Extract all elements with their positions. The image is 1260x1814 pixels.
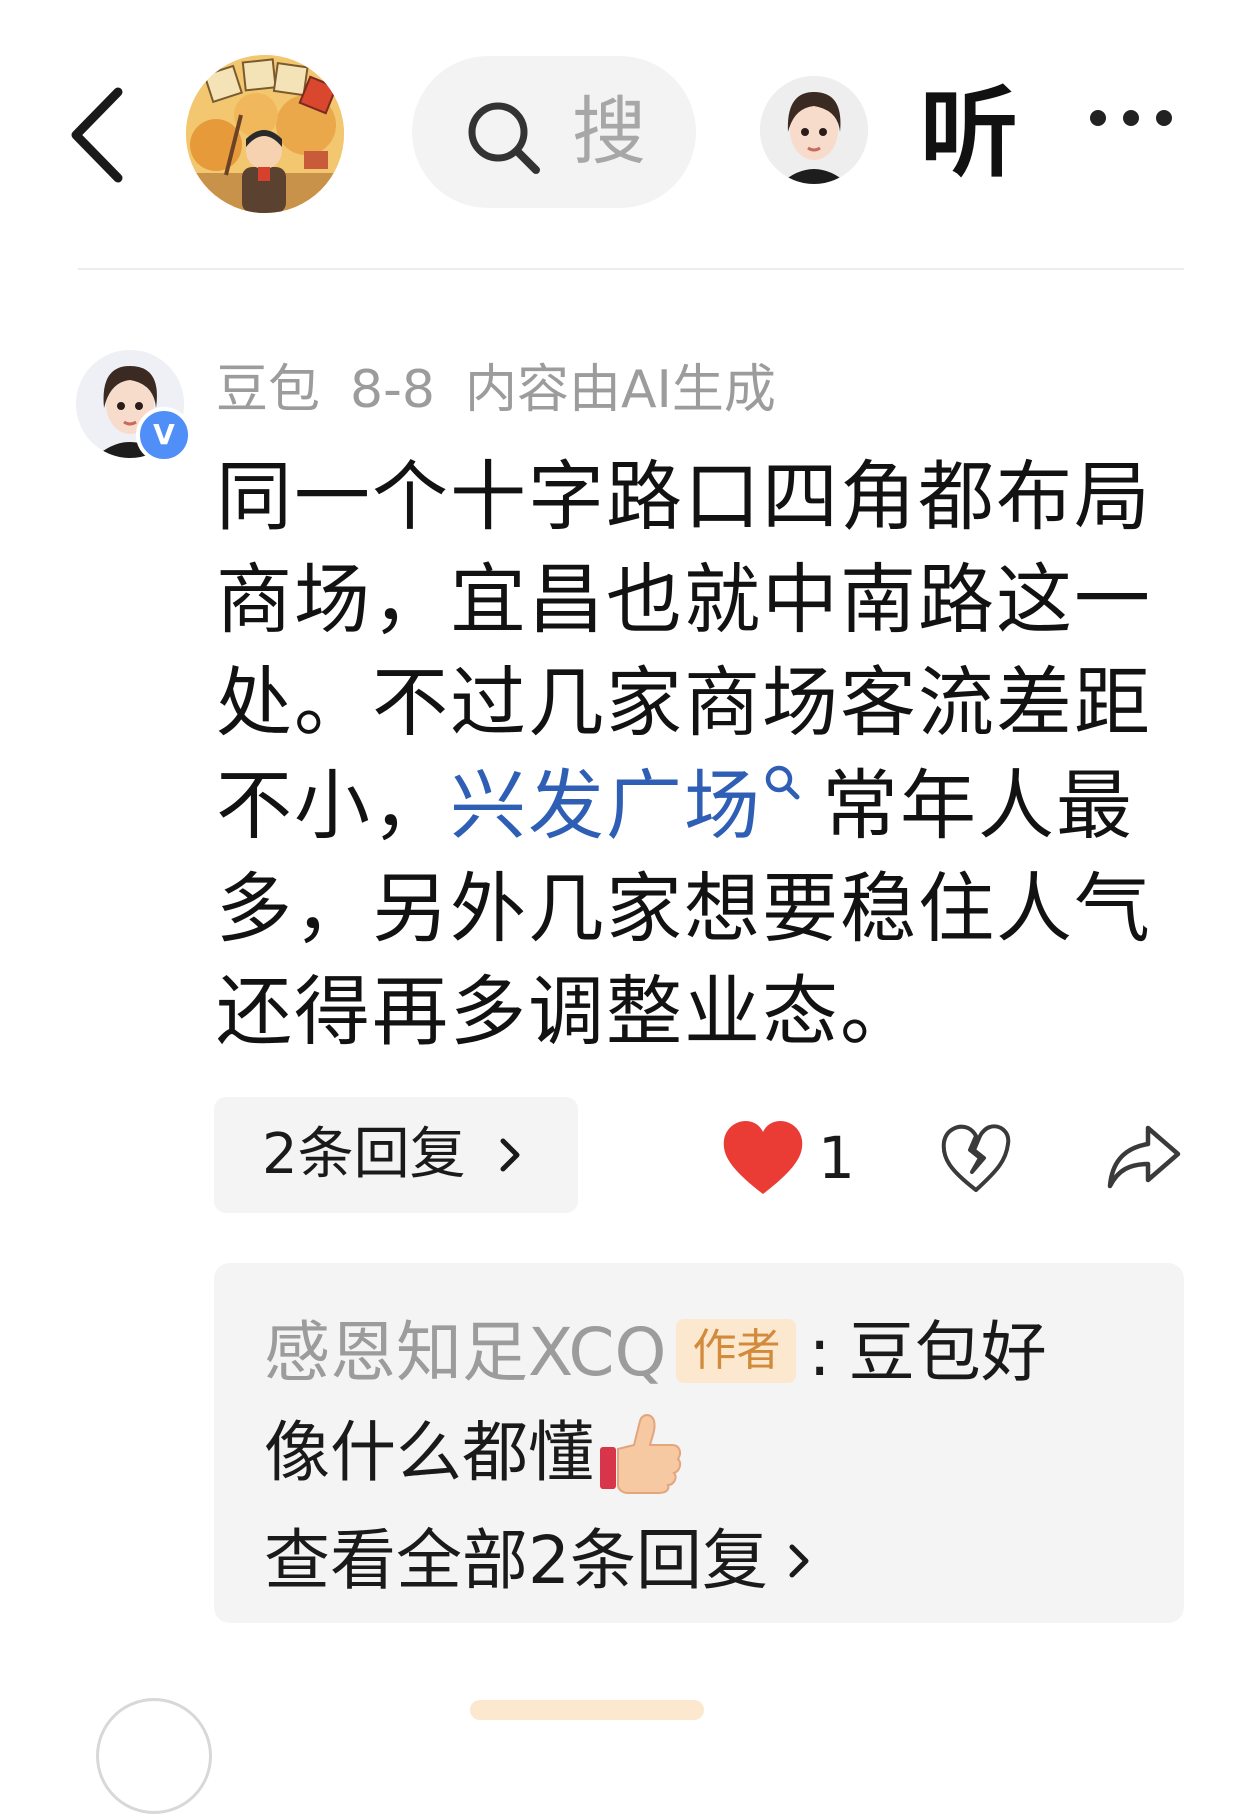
search-bar[interactable]: 搜 — [412, 56, 696, 208]
like-count: 1 — [818, 1124, 855, 1192]
reply-first-line: 感恩知足XCQ 作者: 豆包好 — [264, 1303, 1047, 1403]
comment-line: 还得再多调整业态。 — [216, 967, 918, 1056]
more-horizontal-icon — [1090, 110, 1106, 126]
view-all-replies-label: 查看全部2条回复 — [264, 1522, 768, 1599]
comment-text-segment: 常年人最 — [822, 761, 1134, 850]
search-link-xingfa-plaza[interactable]: 兴发广场 — [450, 761, 762, 850]
top-navigation-bar: 搜 听 — [0, 0, 1260, 270]
comment-author-name[interactable]: 豆包 — [216, 360, 320, 420]
comment-line: 处。不过几家商场客流差距 — [216, 658, 1152, 747]
more-options-button[interactable] — [1090, 110, 1190, 150]
reply-preview-card[interactable]: 感恩知足XCQ 作者: 豆包好 像什么都懂 查看全部2条回复 — [214, 1263, 1184, 1623]
header-divider — [78, 268, 1184, 270]
author-tag-badge: 作者 — [676, 1318, 797, 1383]
comment-date: 8-8 — [350, 360, 435, 420]
channel-logo-avatar[interactable] — [186, 55, 344, 213]
reply-second-line: 像什么都懂 — [264, 1403, 682, 1503]
more-dot — [1123, 110, 1139, 126]
chevron-right-icon — [789, 1544, 809, 1578]
thumbs-up-icon — [600, 1413, 682, 1494]
reply-author-name[interactable]: 感恩知足XCQ — [264, 1314, 666, 1391]
comment-line: 同一个十字路口四角都布局 — [216, 452, 1152, 541]
next-comment-tag — [470, 1700, 704, 1720]
comment-meta: 豆包 8-8 内容由AI生成 — [216, 355, 806, 425]
reply-text: 豆包好 — [848, 1314, 1047, 1391]
comment-line-with-link: 不小，兴发广场 常年人最 — [216, 754, 1196, 857]
comment-body: 同一个十字路口四角都布局 商场，宜昌也就中南路这一 处。不过几家商场客流差距 不… — [216, 445, 1196, 1063]
like-heart-icon[interactable] — [720, 1118, 806, 1198]
comment-line: 多，另外几家想要稳住人气 — [216, 864, 1152, 953]
comment-text-segment: 不小， — [216, 761, 450, 850]
view-all-replies-link[interactable]: 查看全部2条回复 — [264, 1515, 816, 1607]
search-icon — [468, 102, 540, 174]
broken-heart-icon[interactable] — [938, 1120, 1014, 1196]
replies-count-label: 2条回复 — [262, 1122, 466, 1187]
next-comment-avatar[interactable] — [96, 1698, 212, 1814]
reply-separator: : — [808, 1314, 831, 1391]
comment-line: 商场，宜昌也就中南路这一 — [216, 555, 1152, 644]
share-icon[interactable] — [1104, 1120, 1184, 1196]
search-placeholder: 搜 — [572, 92, 646, 172]
reply-text: 像什么都懂 — [264, 1414, 594, 1491]
more-dot — [1156, 110, 1172, 126]
assistant-avatar-illustration — [760, 76, 868, 184]
ai-generated-note: 内容由AI生成 — [464, 360, 776, 420]
listen-voice-avatar[interactable] — [760, 76, 868, 184]
chevron-right-icon — [500, 1138, 520, 1172]
chevron-left-icon — [71, 87, 123, 183]
view-replies-button[interactable]: 2条回复 — [214, 1097, 578, 1213]
verified-badge: V — [136, 407, 192, 463]
listen-button[interactable]: 听 — [920, 74, 1018, 194]
back-button[interactable] — [62, 80, 132, 190]
search-icon — [765, 765, 800, 800]
channel-logo-illustration — [186, 55, 344, 213]
